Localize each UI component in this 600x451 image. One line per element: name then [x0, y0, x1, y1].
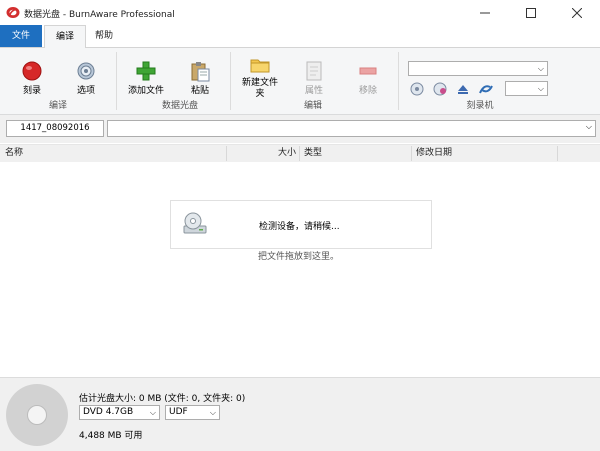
new-folder-label: 新建文件夹 — [241, 78, 278, 99]
remove-label: 移除 — [358, 86, 377, 96]
disc-type-value: DVD 4.7GB — [83, 407, 134, 417]
record-icon — [21, 60, 43, 82]
tab-help[interactable]: 帮助 — [88, 25, 120, 47]
add-files-button[interactable]: 添加文件 — [124, 60, 168, 97]
ribbon: 刻录 选项 编译 添加文件 粘贴 数据光盘 新建文件夹 属性 移除 编辑 ⌵ ⌵… — [0, 48, 600, 115]
estimated-size: 估计光盘大小: 0 MB (文件: 0, 文件夹: 0) — [79, 394, 246, 404]
minimize-icon — [480, 12, 490, 13]
chevron-down-icon: ⌵ — [149, 408, 156, 417]
disc-hole — [27, 405, 47, 425]
options-button[interactable]: 选项 — [68, 60, 104, 97]
add-icon — [135, 60, 157, 82]
paste-icon — [189, 60, 211, 82]
remove-button[interactable]: 移除 — [350, 60, 386, 97]
minimize-button[interactable] — [462, 0, 508, 25]
properties-label: 属性 — [304, 86, 323, 96]
column-divider[interactable] — [557, 146, 558, 161]
gear-icon — [75, 60, 97, 82]
file-list[interactable] — [0, 162, 600, 377]
column-divider[interactable] — [226, 146, 227, 161]
available-space: 4,488 MB 可用 — [79, 431, 143, 441]
column-header-name[interactable]: 名称 — [5, 145, 23, 162]
ribbon-separator — [116, 52, 117, 110]
group-label-edit: 编辑 — [303, 101, 322, 111]
file-system-value: UDF — [169, 407, 188, 417]
remove-icon — [357, 60, 379, 82]
disc-info-icon[interactable] — [410, 82, 424, 96]
column-header-size[interactable]: 大小 — [230, 145, 296, 162]
path-select[interactable]: ⌵ — [107, 120, 596, 137]
group-label-data-disc: 数据光盘 — [161, 101, 198, 111]
tab-edit[interactable]: 编译 — [44, 25, 86, 48]
tab-row: 文件 编译 帮助 — [0, 25, 600, 48]
path-bar: 1417_08092016 ⌵ — [0, 115, 600, 143]
new-folder-button[interactable]: 新建文件夹 — [238, 54, 282, 100]
chevron-down-icon: ⌵ — [209, 408, 216, 417]
properties-button[interactable]: 属性 — [296, 60, 332, 97]
app-logo-icon — [6, 7, 20, 18]
optical-drive-icon — [183, 212, 207, 234]
ribbon-separator — [398, 52, 399, 110]
column-header-modified[interactable]: 修改日期 — [416, 145, 452, 162]
status-message: 检测设备，请稍候... — [259, 222, 340, 232]
refresh-icon[interactable] — [479, 85, 493, 94]
chevron-down-icon: ⌵ — [585, 122, 592, 131]
column-divider[interactable] — [299, 146, 300, 161]
erase-disc-icon[interactable] — [433, 82, 447, 96]
disc-type-select[interactable]: DVD 4.7GB ⌵ — [79, 405, 160, 420]
maximize-button[interactable] — [508, 0, 554, 25]
paste-label: 粘贴 — [190, 86, 209, 96]
group-label-compile: 编译 — [48, 101, 67, 111]
paste-button[interactable]: 粘贴 — [182, 60, 218, 97]
column-divider[interactable] — [411, 146, 412, 161]
window-title: 数据光盘 - BurnAware Professional — [24, 10, 175, 20]
properties-icon — [303, 60, 325, 82]
disc-label-input[interactable]: 1417_08092016 — [6, 120, 104, 137]
file-system-select[interactable]: UDF ⌵ — [165, 405, 220, 420]
eject-icon[interactable] — [458, 85, 468, 94]
recorder-select[interactable]: ⌵ — [408, 61, 548, 76]
close-button[interactable] — [554, 0, 600, 25]
group-label-recorder: 刻录机 — [466, 101, 494, 111]
tab-file[interactable]: 文件 — [0, 25, 42, 47]
add-files-label: 添加文件 — [127, 86, 164, 96]
file-list-header: 名称 大小 类型 修改日期 — [0, 144, 600, 163]
maximize-icon — [526, 7, 536, 18]
chevron-down-icon: ⌵ — [537, 84, 544, 93]
drop-hint: 把文件拖放到这里。 — [258, 252, 340, 262]
status-panel: 检测设备，请稍候... — [170, 200, 432, 249]
close-icon — [572, 7, 582, 18]
chevron-down-icon: ⌵ — [537, 64, 544, 73]
recorder-tools — [410, 82, 500, 96]
speed-select[interactable]: ⌵ — [505, 81, 548, 96]
new-folder-icon — [249, 54, 271, 76]
options-label: 选项 — [76, 86, 95, 96]
burn-label: 刻录 — [22, 86, 41, 96]
column-header-type[interactable]: 类型 — [304, 145, 322, 162]
ribbon-separator — [230, 52, 231, 110]
burn-button[interactable]: 刻录 — [14, 60, 50, 97]
